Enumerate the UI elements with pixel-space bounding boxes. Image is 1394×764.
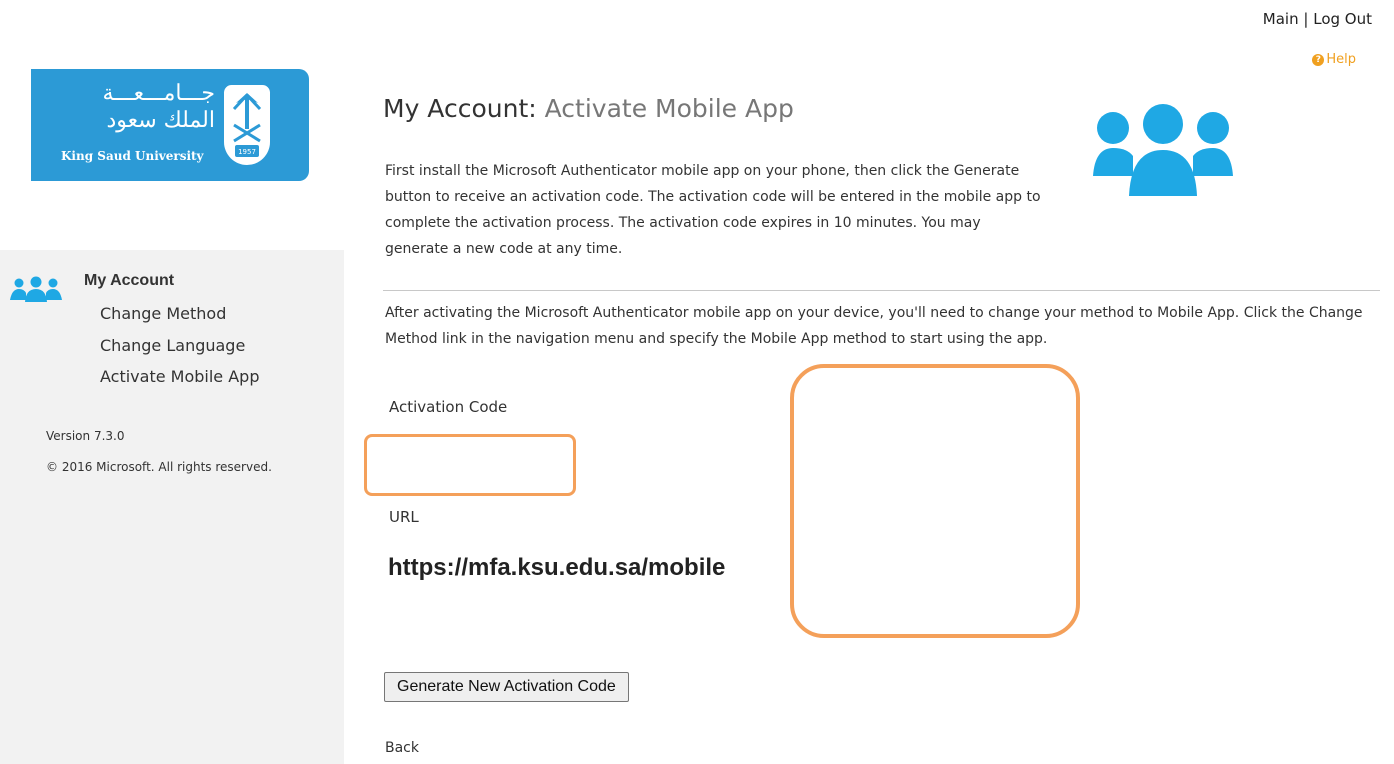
top-links: Main | Log Out xyxy=(1263,10,1372,28)
activation-code-value xyxy=(364,434,576,496)
sidebar-item-change-method[interactable]: Change Method xyxy=(100,304,226,323)
sidebar-item-change-language[interactable]: Change Language xyxy=(100,336,245,355)
link-separator: | xyxy=(1303,10,1309,28)
sidebar xyxy=(0,250,344,764)
after-activation-text: After activating the Microsoft Authentic… xyxy=(385,305,1363,347)
main-link[interactable]: Main xyxy=(1263,10,1299,28)
qr-code-area xyxy=(790,364,1080,638)
help-label: Help xyxy=(1326,52,1356,67)
version-text: Version 7.3.0 xyxy=(46,429,125,443)
sidebar-users-icon xyxy=(10,276,62,306)
users-icon xyxy=(1093,104,1233,204)
university-emblem: 1957 xyxy=(224,85,270,165)
intro-text: First install the Microsoft Authenticato… xyxy=(385,163,1041,257)
logout-link[interactable]: Log Out xyxy=(1313,10,1372,28)
url-value: https://mfa.ksu.edu.sa/mobile xyxy=(388,554,726,581)
copyright-text: © 2016 Microsoft. All rights reserved. xyxy=(46,460,272,474)
help-link[interactable]: ? Help xyxy=(1312,52,1356,67)
page-title-name: Activate Mobile App xyxy=(544,94,794,123)
page-title: My Account: Activate Mobile App xyxy=(383,94,794,123)
logo-arabic-line1: جـــامـــعـــة xyxy=(102,81,215,106)
url-label: URL xyxy=(389,508,419,526)
sidebar-title: My Account xyxy=(84,272,175,289)
generate-activation-code-button[interactable]: Generate New Activation Code xyxy=(384,672,629,702)
emblem-year: 1957 xyxy=(238,148,256,156)
help-icon: ? xyxy=(1312,53,1325,66)
logo-english-name: King Saud University xyxy=(61,149,204,163)
logo-arabic-line2: الملك سعود xyxy=(106,108,215,133)
divider xyxy=(383,290,1380,291)
activation-code-label: Activation Code xyxy=(389,398,508,416)
university-logo: جـــامـــعـــة الملك سعود King Saud Univ… xyxy=(31,69,309,181)
back-link[interactable]: Back xyxy=(385,740,419,756)
sidebar-item-activate-mobile-app[interactable]: Activate Mobile App xyxy=(100,367,259,386)
page-title-prefix: My Account: xyxy=(383,94,537,123)
